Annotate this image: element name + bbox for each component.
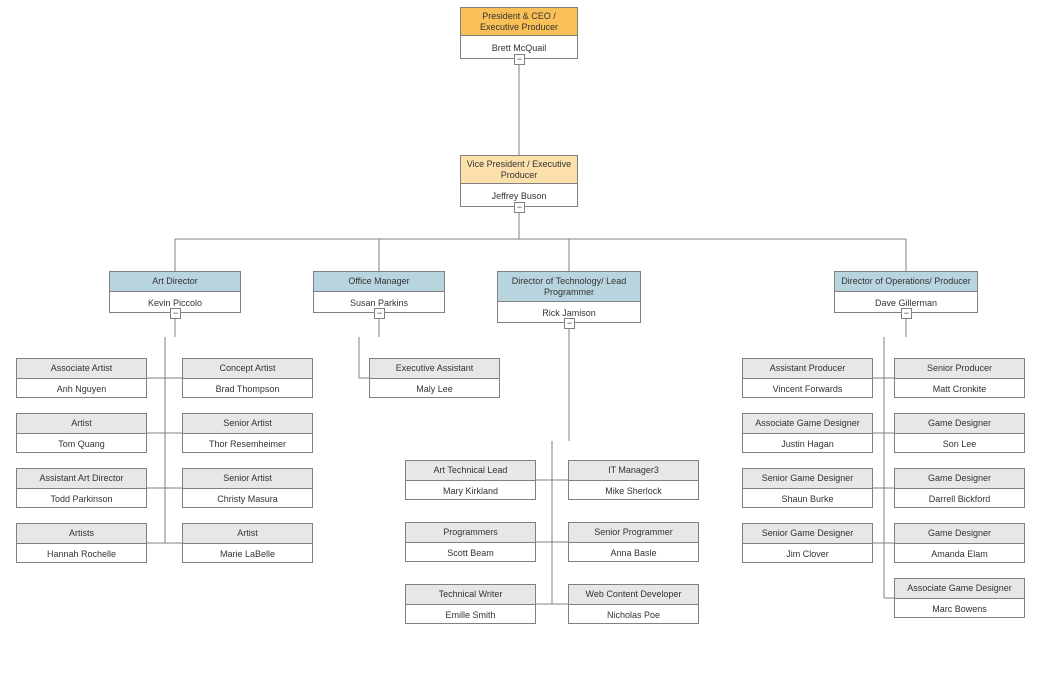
org-node-title: Concept Artist — [183, 359, 312, 379]
org-node-name: Marc Bowens — [895, 599, 1024, 619]
org-node-ap[interactable]: Assistant ProducerVincent Forwards — [742, 358, 873, 398]
org-node-name: Scott Beam — [406, 543, 535, 563]
collapse-toggle[interactable]: − — [374, 308, 385, 319]
org-node-srartist2[interactable]: Senior ArtistChristy Masura — [182, 468, 313, 508]
org-node-atl[interactable]: Art Technical LeadMary Kirkland — [405, 460, 536, 500]
org-node-title: Artists — [17, 524, 146, 544]
org-node-name: Nicholas Poe — [569, 605, 698, 625]
org-node-name: Son Lee — [895, 434, 1024, 454]
org-node-title: Game Designer — [895, 524, 1024, 544]
org-node-prog[interactable]: ProgrammersScott Beam — [405, 522, 536, 562]
org-node-name: Matt Cronkite — [895, 379, 1024, 399]
org-node-name: Vincent Forwards — [743, 379, 872, 399]
org-node-title: Senior Game Designer — [743, 524, 872, 544]
org-node-title: Assistant Art Director — [17, 469, 146, 489]
org-node-name: Mary Kirkland — [406, 481, 535, 501]
org-node-gd1[interactable]: Game DesignerSon Lee — [894, 413, 1025, 453]
org-node-name: Todd Parkinson — [17, 489, 146, 509]
org-node-name: Shaun Burke — [743, 489, 872, 509]
org-node-artists[interactable]: ArtistsHannah Rochelle — [16, 523, 147, 563]
org-node-assocart[interactable]: Associate ArtistAnh Nguyen — [16, 358, 147, 398]
collapse-toggle[interactable]: − — [514, 54, 525, 65]
org-node-wcd[interactable]: Web Content DeveloperNicholas Poe — [568, 584, 699, 624]
org-node-title: Art Director — [110, 272, 240, 292]
collapse-toggle[interactable]: − — [901, 308, 912, 319]
org-node-srprog[interactable]: Senior ProgrammerAnna Basle — [568, 522, 699, 562]
org-node-name: Christy Masura — [183, 489, 312, 509]
org-node-artdir[interactable]: Art DirectorKevin Piccolo — [109, 271, 241, 313]
org-node-name: Tom Quang — [17, 434, 146, 454]
org-node-opsdir[interactable]: Director of Operations/ ProducerDave Gil… — [834, 271, 978, 313]
org-node-artist2[interactable]: ArtistMarie LaBelle — [182, 523, 313, 563]
org-node-title: Assistant Producer — [743, 359, 872, 379]
org-node-name: Marie LaBelle — [183, 544, 312, 564]
org-node-concept[interactable]: Concept ArtistBrad Thompson — [182, 358, 313, 398]
collapse-toggle[interactable]: − — [170, 308, 181, 319]
org-node-title: Associate Game Designer — [743, 414, 872, 434]
org-node-title: Associate Artist — [17, 359, 146, 379]
org-node-name: Thor Resemheimer — [183, 434, 312, 454]
org-node-title: Art Technical Lead — [406, 461, 535, 481]
org-node-name: Maly Lee — [370, 379, 499, 399]
org-node-agd[interactable]: Associate Game DesignerJustin Hagan — [742, 413, 873, 453]
org-node-title: Executive Assistant — [370, 359, 499, 379]
org-node-itmgr[interactable]: IT Manager3Mike Sherlock — [568, 460, 699, 500]
org-node-title: President & CEO / Executive Producer — [461, 8, 577, 36]
org-node-ea[interactable]: Executive AssistantMaly Lee — [369, 358, 500, 398]
collapse-toggle[interactable]: − — [564, 318, 575, 329]
org-node-gd3[interactable]: Game DesignerAmanda Elam — [894, 523, 1025, 563]
org-node-title: Artist — [17, 414, 146, 434]
org-node-name: Anna Basle — [569, 543, 698, 563]
org-node-aad[interactable]: Assistant Art DirectorTodd Parkinson — [16, 468, 147, 508]
org-node-name: Hannah Rochelle — [17, 544, 146, 564]
org-node-name: Emille Smith — [406, 605, 535, 625]
connector-lines — [0, 0, 1037, 676]
org-node-name: Brad Thompson — [183, 379, 312, 399]
org-node-sgd2[interactable]: Senior Game DesignerJim Clover — [742, 523, 873, 563]
org-node-title: IT Manager3 — [569, 461, 698, 481]
org-node-name: Justin Hagan — [743, 434, 872, 454]
org-node-title: Technical Writer — [406, 585, 535, 605]
org-chart-canvas: President & CEO / Executive ProducerBret… — [0, 0, 1037, 676]
org-node-ceo[interactable]: President & CEO / Executive ProducerBret… — [460, 7, 578, 59]
org-node-title: Senior Artist — [183, 414, 312, 434]
org-node-srartist1[interactable]: Senior ArtistThor Resemheimer — [182, 413, 313, 453]
org-node-techdir[interactable]: Director of Technology/ Lead ProgrammerR… — [497, 271, 641, 323]
org-node-artist1[interactable]: ArtistTom Quang — [16, 413, 147, 453]
org-node-vp[interactable]: Vice President / Executive ProducerJeffr… — [460, 155, 578, 207]
org-node-title: Vice President / Executive Producer — [461, 156, 577, 184]
org-node-agd2[interactable]: Associate Game DesignerMarc Bowens — [894, 578, 1025, 618]
org-node-title: Associate Game Designer — [895, 579, 1024, 599]
org-node-sgd1[interactable]: Senior Game DesignerShaun Burke — [742, 468, 873, 508]
org-node-name: Anh Nguyen — [17, 379, 146, 399]
org-node-title: Programmers — [406, 523, 535, 543]
org-node-name: Jim Clover — [743, 544, 872, 564]
org-node-title: Game Designer — [895, 469, 1024, 489]
org-node-title: Artist — [183, 524, 312, 544]
org-node-title: Senior Producer — [895, 359, 1024, 379]
org-node-sp[interactable]: Senior ProducerMatt Cronkite — [894, 358, 1025, 398]
org-node-name: Amanda Elam — [895, 544, 1024, 564]
org-node-name: Mike Sherlock — [569, 481, 698, 501]
org-node-title: Web Content Developer — [569, 585, 698, 605]
org-node-title: Director of Technology/ Lead Programmer — [498, 272, 640, 302]
org-node-title: Senior Artist — [183, 469, 312, 489]
org-node-title: Senior Programmer — [569, 523, 698, 543]
org-node-gd2[interactable]: Game DesignerDarrell Bickford — [894, 468, 1025, 508]
org-node-offmgr[interactable]: Office ManagerSusan Parkins — [313, 271, 445, 313]
org-node-title: Director of Operations/ Producer — [835, 272, 977, 292]
collapse-toggle[interactable]: − — [514, 202, 525, 213]
org-node-title: Senior Game Designer — [743, 469, 872, 489]
org-node-title: Game Designer — [895, 414, 1024, 434]
org-node-name: Darrell Bickford — [895, 489, 1024, 509]
org-node-tw[interactable]: Technical WriterEmille Smith — [405, 584, 536, 624]
org-node-title: Office Manager — [314, 272, 444, 292]
